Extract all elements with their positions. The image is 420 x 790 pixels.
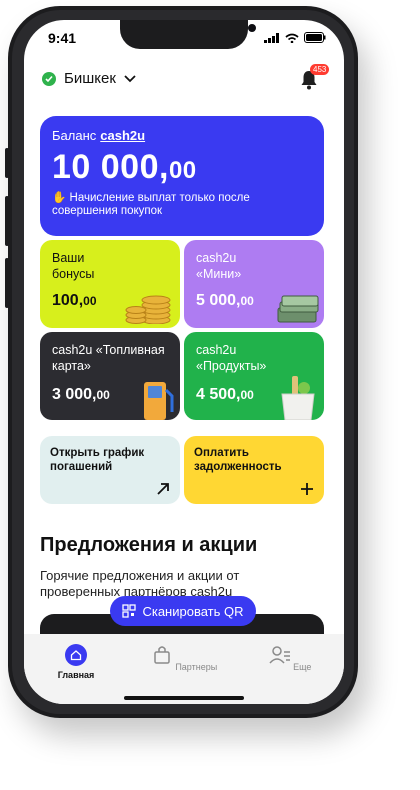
scan-qr-button[interactable]: Сканировать QR bbox=[110, 596, 256, 626]
notification-badge: 453 bbox=[310, 64, 330, 75]
tab-more-label: Еще bbox=[293, 662, 312, 672]
schedule-label: Открыть график погашений bbox=[50, 447, 145, 473]
tab-more[interactable]: Еще bbox=[250, 644, 330, 672]
balance-card[interactable]: Баланс cash2u 10 000,00 ✋ Начисление выпл… bbox=[40, 116, 324, 236]
pay-label: Оплатить задолженность bbox=[194, 447, 282, 473]
app-screen: 9:41 Бишкек 453 Баланс cash2u 10 000,00 ✋… bbox=[24, 20, 344, 704]
camera bbox=[248, 24, 256, 32]
home-indicator bbox=[124, 696, 244, 700]
balance-note: ✋ Начисление выплат только после соверше… bbox=[52, 192, 250, 217]
hand-icon: ✋ bbox=[52, 192, 70, 204]
grocery-bag-icon bbox=[281, 376, 315, 420]
tab-partners[interactable]: Партнеры bbox=[144, 644, 224, 672]
city-label: Бишкек bbox=[64, 70, 116, 87]
wifi-icon bbox=[285, 33, 299, 43]
tile-mini[interactable]: cash2u «Мини» 5 000,00 bbox=[184, 240, 324, 328]
tab-bar: Главная Партнеры Еще bbox=[24, 634, 344, 704]
tile-bonus-title: Ваши бонусы bbox=[52, 251, 95, 281]
phone-side-button bbox=[5, 148, 9, 178]
tile-mini-amount: 5 000,00 bbox=[196, 292, 254, 309]
tile-fuel-amount: 3 000,00 bbox=[52, 386, 110, 403]
money-stack-icon bbox=[277, 295, 319, 323]
tab-home[interactable]: Главная bbox=[36, 644, 116, 680]
pay-debt-button[interactable]: Оплатить задолженность bbox=[184, 436, 324, 504]
tile-bonus-amount: 100,00 bbox=[52, 292, 97, 309]
notifications-button[interactable]: 453 bbox=[300, 64, 330, 92]
status-time: 9:41 bbox=[48, 30, 77, 46]
home-icon bbox=[65, 644, 87, 666]
chevron-down-icon bbox=[124, 74, 136, 82]
balance-amount: 10 000,00 bbox=[52, 148, 197, 186]
fuel-pump-icon bbox=[144, 382, 174, 420]
tile-bonus[interactable]: Ваши бонусы 100,00 bbox=[40, 240, 180, 328]
phone-side-button bbox=[5, 196, 9, 246]
city-selector[interactable]: Бишкек bbox=[42, 70, 136, 87]
arrow-up-right-icon bbox=[157, 483, 169, 495]
battery-icon bbox=[304, 32, 326, 43]
user-menu-icon bbox=[269, 646, 290, 664]
coins-icon bbox=[125, 295, 171, 324]
qr-icon bbox=[122, 604, 137, 618]
balance-label: Баланс cash2u bbox=[52, 128, 146, 143]
tile-products[interactable]: cash2u «Продукты» 4 500,00 bbox=[184, 332, 324, 420]
status-icons bbox=[264, 32, 326, 43]
tile-fuel[interactable]: cash2u «Топливная карта» 3 000,00 bbox=[40, 332, 180, 420]
scan-label: Сканировать QR bbox=[142, 603, 244, 619]
plus-icon bbox=[301, 483, 313, 495]
signal-icon bbox=[264, 32, 279, 43]
tile-fuel-title: cash2u «Топливная карта» bbox=[52, 343, 165, 373]
tab-partners-label: Партнеры bbox=[175, 662, 218, 672]
tile-mini-title: cash2u «Мини» bbox=[196, 251, 242, 281]
app-header: Бишкек 453 bbox=[24, 64, 344, 104]
tab-home-label: Главная bbox=[57, 670, 95, 680]
check-icon bbox=[42, 71, 56, 86]
offers-title: Предложения и акции bbox=[40, 534, 258, 556]
notch bbox=[120, 20, 256, 49]
phone-side-button bbox=[5, 258, 9, 308]
tile-products-title: cash2u «Продукты» bbox=[196, 343, 267, 373]
tile-products-amount: 4 500,00 bbox=[196, 386, 254, 403]
brand-logo: cash2u bbox=[100, 128, 146, 143]
shopping-bag-icon bbox=[154, 646, 170, 664]
open-schedule-button[interactable]: Открыть график погашений bbox=[40, 436, 180, 504]
